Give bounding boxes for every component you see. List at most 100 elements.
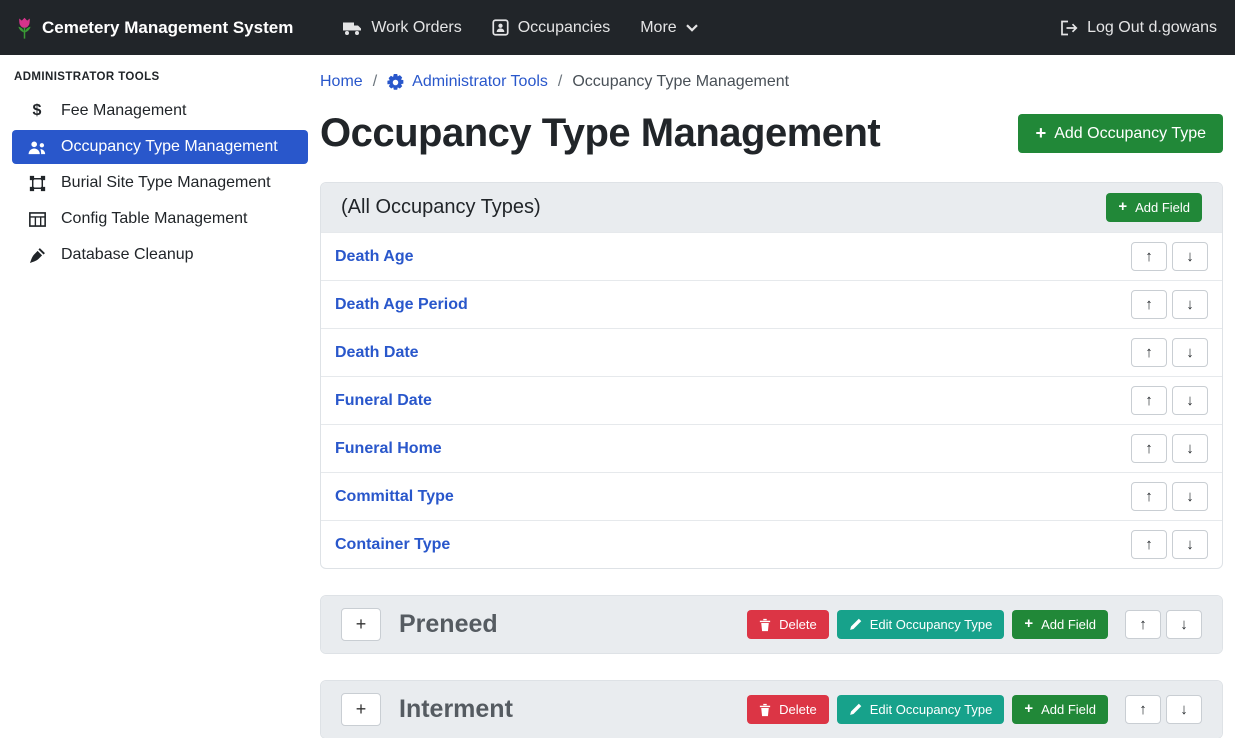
edit-occupancy-type-label: Edit Occupancy Type (870, 702, 993, 717)
expand-button[interactable]: + (341, 693, 381, 726)
breadcrumb-home[interactable]: Home (320, 73, 363, 91)
brand-title: Cemetery Management System (42, 18, 293, 38)
move-up-button[interactable]: ↑ (1131, 530, 1167, 559)
move-up-button[interactable]: ↑ (1125, 610, 1161, 639)
field-link[interactable]: Funeral Date (335, 392, 432, 410)
sidebar-item-database-cleanup[interactable]: Database Cleanup (12, 238, 308, 272)
move-down-button[interactable]: ↓ (1172, 338, 1208, 367)
delete-label: Delete (779, 702, 817, 717)
move-up-button[interactable]: ↑ (1131, 290, 1167, 319)
all-occupancy-types-card: (All Occupancy Types) + Add Field Death … (320, 182, 1223, 569)
field-row: Container Type ↑ ↓ (321, 520, 1222, 568)
reorder-controls: ↑ ↓ (1131, 338, 1208, 367)
field-link[interactable]: Death Age (335, 248, 414, 266)
field-row: Death Date ↑ ↓ (321, 328, 1222, 376)
top-navbar: Cemetery Management System Work Orders O… (0, 0, 1235, 55)
edit-occupancy-type-button[interactable]: Edit Occupancy Type (837, 610, 1005, 639)
add-field-label: Add Field (1135, 200, 1190, 215)
move-down-button[interactable]: ↓ (1172, 290, 1208, 319)
nav-more-label: More (640, 19, 676, 37)
breadcrumb-separator: / (373, 73, 377, 91)
pencil-icon (849, 618, 862, 631)
field-row: Funeral Date ↑ ↓ (321, 376, 1222, 424)
trash-icon (759, 618, 771, 632)
nav-more[interactable]: More (625, 11, 712, 45)
delete-button[interactable]: Delete (747, 610, 829, 639)
reorder-controls: ↑ ↓ (1125, 610, 1202, 639)
move-up-button[interactable]: ↑ (1131, 386, 1167, 415)
add-field-label: Add Field (1041, 702, 1096, 717)
main-content: Home / Administrator Tools / Occupancy T… (320, 55, 1235, 738)
table-icon (25, 212, 49, 227)
reorder-controls: ↑ ↓ (1125, 695, 1202, 724)
trash-icon (759, 703, 771, 717)
field-link[interactable]: Death Age Period (335, 296, 468, 314)
add-field-label: Add Field (1041, 617, 1096, 632)
section-title: Interment (399, 695, 513, 724)
card-title: (All Occupancy Types) (341, 196, 541, 219)
edit-occupancy-type-button[interactable]: Edit Occupancy Type (837, 695, 1005, 724)
chevron-down-icon (686, 24, 698, 32)
nav-occupancies[interactable]: Occupancies (477, 11, 626, 45)
sidebar-item-fee-management[interactable]: $ Fee Management (12, 94, 308, 128)
expand-button[interactable]: + (341, 608, 381, 641)
delete-button[interactable]: Delete (747, 695, 829, 724)
field-row: Death Age ↑ ↓ (321, 232, 1222, 280)
logout-link[interactable]: Log Out d.gowans (1045, 11, 1219, 45)
section-header: + Interment Delete Edit Occupancy Type (321, 681, 1222, 738)
brand-link[interactable]: Cemetery Management System (16, 15, 293, 41)
sidebar-item-occupancy-type-management[interactable]: Occupancy Type Management (12, 130, 308, 164)
add-occupancy-type-button[interactable]: + Add Occupancy Type (1018, 114, 1223, 152)
tulip-logo-icon (16, 15, 33, 41)
move-down-button[interactable]: ↓ (1172, 386, 1208, 415)
add-field-button[interactable]: + Add Field (1012, 610, 1108, 639)
plus-icon: + (1118, 200, 1127, 215)
reorder-controls: ↑ ↓ (1131, 386, 1208, 415)
add-occupancy-type-label: Add Occupancy Type (1054, 125, 1206, 143)
field-row: Death Age Period ↑ ↓ (321, 280, 1222, 328)
field-link[interactable]: Container Type (335, 536, 450, 554)
reorder-controls: ↑ ↓ (1131, 530, 1208, 559)
move-down-button[interactable]: ↓ (1172, 434, 1208, 463)
gear-icon (387, 74, 404, 91)
card-header: (All Occupancy Types) + Add Field (321, 183, 1222, 232)
move-up-button[interactable]: ↑ (1131, 482, 1167, 511)
move-up-button[interactable]: ↑ (1125, 695, 1161, 724)
sidebar-item-burial-site-type-management[interactable]: Burial Site Type Management (12, 166, 308, 200)
move-down-button[interactable]: ↓ (1166, 610, 1202, 639)
plus-icon: + (1035, 124, 1046, 142)
plus-icon: + (1024, 617, 1033, 632)
sidebar-item-label: Database Cleanup (61, 246, 194, 264)
move-up-button[interactable]: ↑ (1131, 242, 1167, 271)
breadcrumb-admin-tools[interactable]: Administrator Tools (387, 73, 548, 91)
move-down-button[interactable]: ↓ (1172, 242, 1208, 271)
section-actions: Delete Edit Occupancy Type + Add Field ↑ (747, 695, 1202, 724)
sidebar-heading: Administrator Tools (0, 59, 320, 92)
broom-icon (25, 247, 49, 264)
sidebar-item-label: Occupancy Type Management (61, 138, 278, 156)
pencil-icon (849, 703, 862, 716)
field-link[interactable]: Committal Type (335, 488, 454, 506)
add-field-button[interactable]: + Add Field (1012, 695, 1108, 724)
sidebar-item-label: Config Table Management (61, 210, 248, 228)
move-down-button[interactable]: ↓ (1172, 482, 1208, 511)
reorder-controls: ↑ ↓ (1131, 434, 1208, 463)
field-link[interactable]: Death Date (335, 344, 419, 362)
breadcrumb-admin-tools-label: Administrator Tools (412, 73, 548, 91)
nav-work-orders[interactable]: Work Orders (327, 11, 476, 45)
sidebar-item-config-table-management[interactable]: Config Table Management (12, 202, 308, 236)
move-down-button[interactable]: ↓ (1172, 530, 1208, 559)
field-row: Funeral Home ↑ ↓ (321, 424, 1222, 472)
move-up-button[interactable]: ↑ (1131, 434, 1167, 463)
move-up-button[interactable]: ↑ (1131, 338, 1167, 367)
add-field-button[interactable]: + Add Field (1106, 193, 1202, 222)
truck-icon (342, 20, 362, 36)
delete-label: Delete (779, 617, 817, 632)
users-icon (25, 140, 49, 155)
sidebar-item-label: Burial Site Type Management (61, 174, 271, 192)
dollar-icon: $ (25, 102, 49, 120)
section-title: Preneed (399, 610, 498, 639)
occupancy-frame-icon (492, 19, 509, 36)
move-down-button[interactable]: ↓ (1166, 695, 1202, 724)
field-link[interactable]: Funeral Home (335, 440, 442, 458)
